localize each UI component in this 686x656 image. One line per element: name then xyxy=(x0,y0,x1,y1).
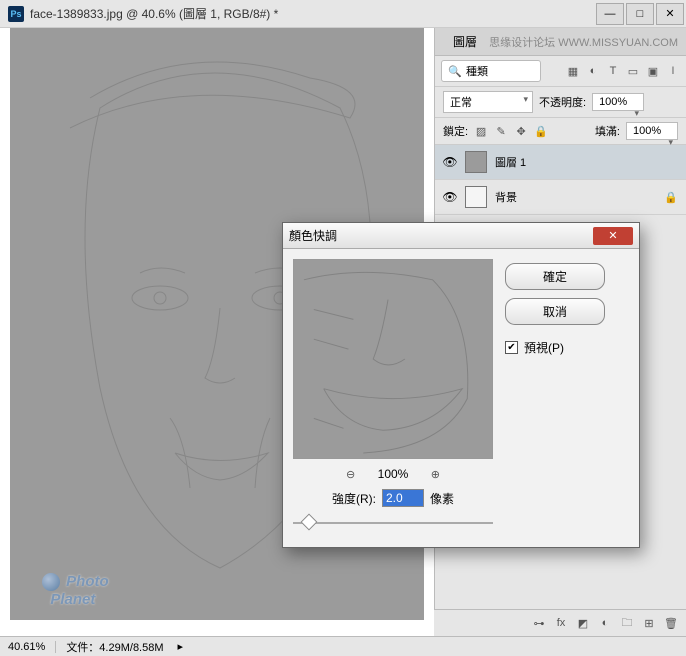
lock-icon: 🔒 xyxy=(664,191,678,204)
adjustment-layer-icon[interactable]: ◐ xyxy=(598,616,612,630)
preview-image[interactable] xyxy=(293,259,493,459)
status-bar: 40.61% 文件：4.29M/8.58M ▸ xyxy=(0,636,686,656)
layer-fx-icon[interactable]: fx xyxy=(554,616,568,630)
titlebar-left: Ps face-1389833.jpg @ 40.6% (圖層 1, RGB/8… xyxy=(0,5,596,22)
filter-kind-label: 種類 xyxy=(466,63,488,79)
maximize-button[interactable]: □ xyxy=(626,3,654,25)
zoom-out-icon[interactable]: ⊖ xyxy=(344,467,358,481)
lock-paint-icon[interactable]: ✎ xyxy=(494,124,508,138)
preview-column: ⊖ 100% ⊕ 強度(R): 2.0 像素 xyxy=(293,259,493,531)
layer-mask-icon[interactable]: ◩ xyxy=(576,616,590,630)
ok-button[interactable]: 確定 xyxy=(505,263,605,290)
lock-all-icon[interactable]: 🔒 xyxy=(534,124,548,138)
fill-input[interactable]: 100% xyxy=(626,122,678,140)
photoshop-icon: Ps xyxy=(8,6,24,22)
visibility-toggle[interactable]: 👁 xyxy=(443,190,457,204)
close-button[interactable]: ✕ xyxy=(656,3,684,25)
branding-text: 思缘设计论坛 WWW.MISSYUAN.COM xyxy=(489,34,678,50)
layer-filter-bar: 🔍 種類 ▦ ◐ T ▭ ▣ ⏽ xyxy=(435,56,686,87)
preview-checkbox-row[interactable]: ✔ 預視(P) xyxy=(505,339,605,356)
opacity-label: 不透明度: xyxy=(539,94,586,110)
slider-thumb[interactable] xyxy=(301,514,318,531)
lock-trans-icon[interactable]: ▨ xyxy=(474,124,488,138)
lock-pos-icon[interactable]: ✥ xyxy=(514,124,528,138)
zoom-in-icon[interactable]: ⊕ xyxy=(428,467,442,481)
watermark: Photo Planet xyxy=(42,573,109,608)
radius-slider[interactable] xyxy=(293,515,493,531)
status-zoom[interactable]: 40.61% xyxy=(8,641,56,653)
radius-unit: 像素 xyxy=(430,490,454,507)
layer-row[interactable]: 👁 圖層 1 xyxy=(435,145,686,180)
delete-layer-icon[interactable]: 🗑 xyxy=(664,616,678,630)
high-pass-dialog: 顏色快調 ✕ ⊖ 100% ⊕ 強度(R): xyxy=(282,222,640,548)
dialog-titlebar[interactable]: 顏色快調 ✕ xyxy=(283,223,639,249)
filter-adjust-icon[interactable]: ◐ xyxy=(586,64,600,78)
status-menu-icon[interactable]: ▸ xyxy=(178,640,184,653)
layer-filter-dropdown[interactable]: 🔍 種類 xyxy=(441,60,541,82)
dialog-close-button[interactable]: ✕ xyxy=(593,227,633,245)
lock-label: 鎖定: xyxy=(443,123,468,139)
filter-text-icon[interactable]: T xyxy=(606,64,620,78)
slider-track xyxy=(293,522,493,524)
search-icon: 🔍 xyxy=(448,64,462,78)
button-column: 確定 取消 ✔ 預視(P) xyxy=(505,263,605,531)
zoom-controls: ⊖ 100% ⊕ xyxy=(344,467,443,481)
visibility-toggle[interactable]: 👁 xyxy=(443,155,457,169)
layer-thumbnail xyxy=(465,186,487,208)
watermark-line1: Photo xyxy=(66,573,109,590)
new-layer-icon[interactable]: ⊞ xyxy=(642,616,656,630)
layer-name[interactable]: 背景 xyxy=(495,189,656,205)
layer-row[interactable]: 👁 背景 🔒 xyxy=(435,180,686,215)
group-icon[interactable]: 🗀 xyxy=(620,616,634,630)
filter-shape-icon[interactable]: ▭ xyxy=(626,64,640,78)
layer-list: 👁 圖層 1 👁 背景 🔒 xyxy=(435,145,686,215)
radius-row: 強度(R): 2.0 像素 xyxy=(332,489,454,507)
dialog-body: ⊖ 100% ⊕ 強度(R): 2.0 像素 確定 取消 ✔ 預視(P) xyxy=(283,249,639,541)
preview-checkbox[interactable]: ✔ xyxy=(505,341,518,354)
filter-icons: ▦ ◐ T ▭ ▣ ⏽ xyxy=(566,64,680,78)
status-doc-info: 文件：4.29M/8.58M xyxy=(66,639,163,655)
zoom-percent: 100% xyxy=(378,467,409,481)
filter-pixel-icon[interactable]: ▦ xyxy=(566,64,580,78)
blend-opacity-row: 正常 不透明度: 100% xyxy=(435,87,686,118)
filter-toggle-icon[interactable]: ⏽ xyxy=(666,64,680,78)
radius-input[interactable]: 2.0 xyxy=(382,489,424,507)
minimize-button[interactable]: — xyxy=(596,3,624,25)
filter-smart-icon[interactable]: ▣ xyxy=(646,64,660,78)
panel-header: 圖層 思缘设计论坛 WWW.MISSYUAN.COM xyxy=(435,28,686,56)
watermark-line2: Planet xyxy=(50,591,95,608)
cancel-button[interactable]: 取消 xyxy=(505,298,605,325)
link-layers-icon[interactable]: ⊶ xyxy=(532,616,546,630)
fill-label: 填滿: xyxy=(595,123,620,139)
preview-checkbox-label: 預視(P) xyxy=(524,339,564,356)
radius-label: 強度(R): xyxy=(332,490,376,507)
layers-panel-footer: ⊶ fx ◩ ◐ 🗀 ⊞ 🗑 xyxy=(434,609,686,636)
layer-name[interactable]: 圖層 1 xyxy=(495,154,678,170)
watermark-orb-icon xyxy=(42,573,60,591)
document-title: face-1389833.jpg @ 40.6% (圖層 1, RGB/8#) … xyxy=(30,5,278,22)
layer-thumbnail xyxy=(465,151,487,173)
lock-fill-row: 鎖定: ▨ ✎ ✥ 🔒 填滿: 100% xyxy=(435,118,686,145)
dialog-title: 顏色快調 xyxy=(289,227,593,244)
titlebar: Ps face-1389833.jpg @ 40.6% (圖層 1, RGB/8… xyxy=(0,0,686,28)
layers-tab[interactable]: 圖層 xyxy=(443,31,487,52)
window-buttons: — □ ✕ xyxy=(596,3,686,25)
blend-mode-select[interactable]: 正常 xyxy=(443,91,533,113)
opacity-input[interactable]: 100% xyxy=(592,93,644,111)
